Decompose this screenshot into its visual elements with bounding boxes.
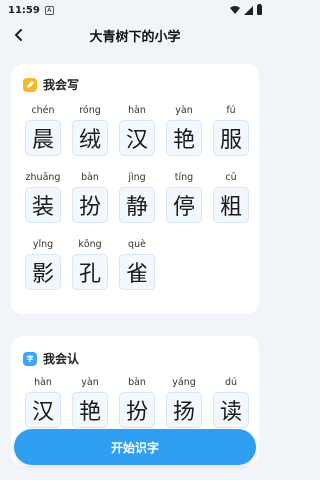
read-section-header: 字 我会认 bbox=[23, 350, 79, 367]
char-box[interactable]: 静 bbox=[119, 187, 155, 223]
notification-icon: A bbox=[44, 5, 54, 15]
status-icons bbox=[230, 4, 262, 15]
char-box[interactable]: 汉 bbox=[119, 120, 155, 156]
char-box[interactable]: 绒 bbox=[72, 120, 108, 156]
char-cell[interactable]: cū 粗 bbox=[213, 171, 249, 223]
char-pinyin: hàn bbox=[128, 105, 146, 116]
char-pinyin: yàn bbox=[175, 105, 193, 116]
char-cell[interactable]: dú 读 bbox=[213, 376, 249, 428]
char-box[interactable]: 艳 bbox=[72, 392, 108, 428]
char-box[interactable]: 装 bbox=[25, 187, 61, 223]
status-bar: 11:59 A bbox=[0, 0, 270, 20]
char-cell[interactable]: yàn 艳 bbox=[166, 104, 202, 156]
char-cell[interactable]: jìng 静 bbox=[119, 171, 155, 223]
char-box[interactable]: 粗 bbox=[213, 187, 249, 223]
char-box[interactable]: 汉 bbox=[25, 392, 61, 428]
char-pinyin: yǐng bbox=[32, 239, 54, 250]
battery-icon bbox=[257, 4, 262, 15]
char-box[interactable]: 服 bbox=[213, 120, 249, 156]
char-pinyin: róng bbox=[79, 105, 101, 116]
char-cell[interactable]: zhuāng 装 bbox=[25, 171, 61, 223]
char-pinyin: jìng bbox=[128, 172, 146, 183]
pencil-icon bbox=[23, 77, 37, 92]
write-section-title: 我会写 bbox=[43, 78, 80, 92]
char-pinyin: bàn bbox=[128, 377, 146, 388]
char-pinyin: yáng bbox=[172, 377, 196, 388]
char-cell[interactable]: hàn 汉 bbox=[25, 376, 61, 428]
char-box[interactable]: 影 bbox=[25, 254, 61, 290]
char-box[interactable]: 停 bbox=[166, 187, 202, 223]
char-cell[interactable]: chén 晨 bbox=[25, 104, 61, 156]
character-icon: 字 bbox=[23, 351, 37, 366]
char-pinyin: dú bbox=[224, 377, 238, 388]
char-cell[interactable]: hàn 汉 bbox=[119, 104, 155, 156]
char-pinyin: kǒng bbox=[78, 239, 102, 250]
nav-bar: 大青树下的小学 bbox=[0, 20, 270, 50]
char-box[interactable]: 扮 bbox=[119, 392, 155, 428]
char-pinyin: bàn bbox=[81, 172, 99, 183]
back-arrow-icon[interactable] bbox=[10, 26, 28, 44]
char-pinyin: chén bbox=[31, 105, 55, 116]
page-title: 大青树下的小学 bbox=[89, 29, 181, 45]
char-box[interactable]: 艳 bbox=[166, 120, 202, 156]
char-cell[interactable]: yǐng 影 bbox=[25, 238, 61, 290]
read-section-title: 我会认 bbox=[43, 352, 80, 366]
char-box[interactable]: 扮 bbox=[72, 187, 108, 223]
char-box[interactable]: 晨 bbox=[25, 120, 61, 156]
char-cell[interactable]: què 雀 bbox=[119, 238, 155, 290]
wifi-icon bbox=[230, 6, 240, 14]
signal-icon bbox=[244, 5, 253, 15]
start-learning-button[interactable]: 开始识字 bbox=[14, 429, 256, 465]
char-cell[interactable]: tíng 停 bbox=[166, 171, 202, 223]
char-pinyin: tíng bbox=[174, 172, 194, 183]
char-pinyin: fú bbox=[226, 105, 236, 116]
status-time: 11:59 bbox=[8, 4, 40, 16]
write-section-header: 我会写 bbox=[23, 76, 79, 93]
char-pinyin: zhuāng bbox=[25, 172, 61, 183]
char-pinyin: què bbox=[128, 239, 146, 250]
char-box[interactable]: 扬 bbox=[166, 392, 202, 428]
char-box[interactable]: 读 bbox=[213, 392, 249, 428]
char-box[interactable]: 雀 bbox=[119, 254, 155, 290]
char-pinyin: cū bbox=[225, 172, 237, 183]
char-cell[interactable]: yáng 扬 bbox=[166, 376, 202, 428]
char-pinyin: hàn bbox=[34, 377, 52, 388]
char-cell[interactable]: bàn 扮 bbox=[119, 376, 155, 428]
char-box[interactable]: 孔 bbox=[72, 254, 108, 290]
char-pinyin: yàn bbox=[81, 377, 99, 388]
write-section-card: 我会写 chén 晨 róng 绒 hàn 汉 yàn 艳 fú 服 zhuāng 装 bàn 扮 jìng… bbox=[11, 64, 259, 314]
char-cell[interactable]: fú 服 bbox=[213, 104, 249, 156]
char-cell[interactable]: róng 绒 bbox=[72, 104, 108, 156]
char-cell[interactable]: bàn 扮 bbox=[72, 171, 108, 223]
char-cell[interactable]: yàn 艳 bbox=[72, 376, 108, 428]
char-cell[interactable]: kǒng 孔 bbox=[72, 238, 108, 290]
